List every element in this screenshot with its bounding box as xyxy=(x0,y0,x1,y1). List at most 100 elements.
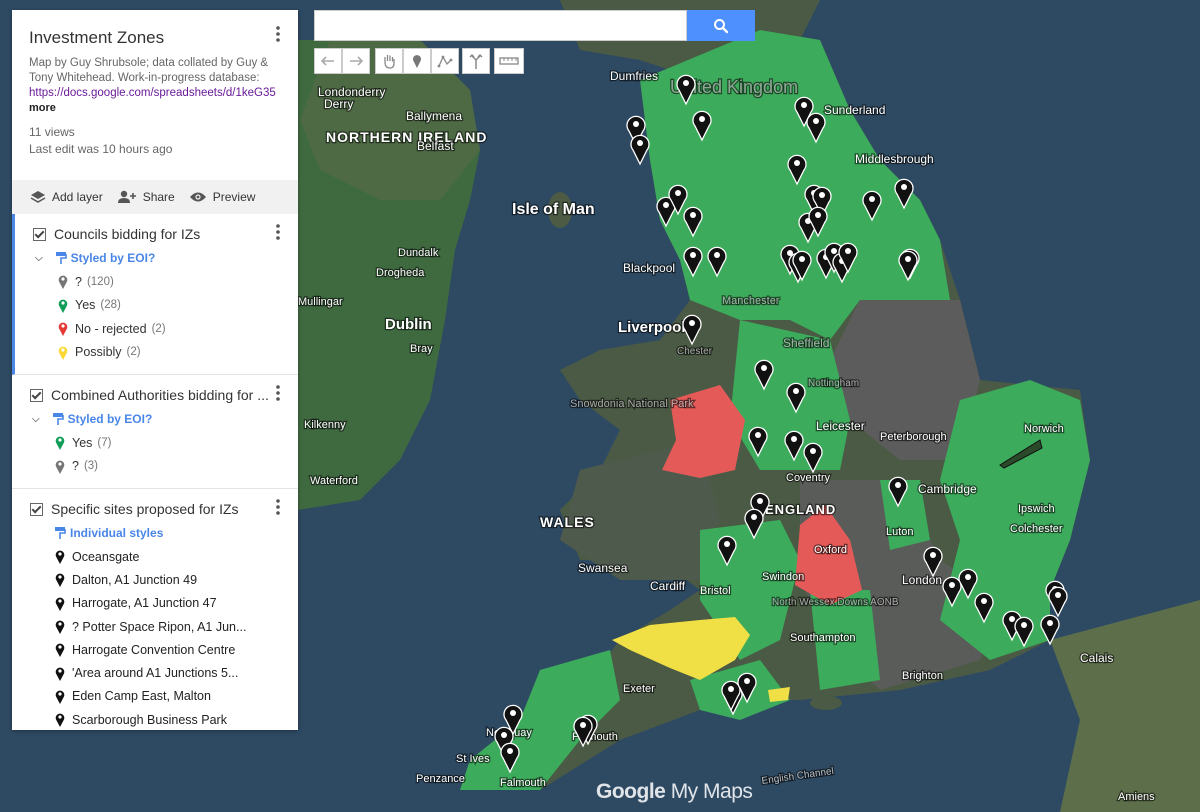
label-swansea: Swansea xyxy=(578,561,628,575)
label-brighton: Brighton xyxy=(902,670,943,682)
more-vert-icon xyxy=(276,224,280,240)
last-edit: Last edit was 10 hours ago xyxy=(29,142,173,156)
layer-header[interactable]: Councils bidding for IZs xyxy=(15,222,298,246)
label-amiens: Amiens xyxy=(1118,791,1155,803)
draw-line-button[interactable] xyxy=(431,48,459,74)
label-isle-of-man: Isle of Man xyxy=(512,201,595,218)
label-dublin: Dublin xyxy=(385,316,432,333)
legend-item[interactable]: No - rejected (2) xyxy=(15,317,298,341)
site-name: 'Area around A1 Junctions 5... xyxy=(72,666,239,681)
label-nottingham: Nottingham xyxy=(808,378,859,389)
layer-name: Specific sites proposed for IZs xyxy=(51,501,239,517)
label-drogheda: Drogheda xyxy=(376,267,425,279)
legend-item[interactable]: Yes (28) xyxy=(15,294,298,318)
layer-style-link[interactable]: ⌵ Styled by EOI? xyxy=(12,407,298,431)
eye-icon xyxy=(189,192,206,202)
layer-name: Combined Authorities bidding for ... xyxy=(51,387,269,403)
more-link[interactable]: more xyxy=(29,102,56,114)
undo-icon xyxy=(321,56,334,66)
label-north-wessex: North Wessex Downs AONB xyxy=(772,597,899,608)
label-blackpool: Blackpool xyxy=(623,261,675,275)
search-button[interactable] xyxy=(687,10,755,41)
add-directions-button[interactable] xyxy=(462,48,490,74)
more-vert-icon xyxy=(276,499,280,515)
label-kilkenny: Kilkenny xyxy=(304,419,346,431)
redo-icon xyxy=(350,56,363,66)
legend-count: (2) xyxy=(151,322,166,335)
marker-red-icon xyxy=(58,322,68,337)
brand-mymaps: My Maps xyxy=(670,780,753,803)
label-colchester: Colchester xyxy=(1010,523,1063,535)
legend-count: (120) xyxy=(86,275,114,288)
layer-name: Councils bidding for IZs xyxy=(54,226,201,242)
label-dundalk: Dundalk xyxy=(398,247,439,259)
layer-style-link[interactable]: Individual styles xyxy=(12,521,298,545)
layer-style-link[interactable]: ⌵ Styled by EOI? xyxy=(15,246,298,270)
search-input[interactable] xyxy=(314,10,687,41)
layer-options-button[interactable] xyxy=(276,224,280,245)
legend-item[interactable]: ? (120) xyxy=(15,270,298,294)
layer-header[interactable]: Combined Authorities bidding for ... xyxy=(12,383,298,407)
site-list-item[interactable]: ? Potter Space Ripon, A1 Jun... xyxy=(12,615,298,638)
label-coventry: Coventry xyxy=(786,472,831,484)
legend-item[interactable]: Possibly (2) xyxy=(15,341,298,365)
site-list-item[interactable]: Oceansgate xyxy=(12,545,298,568)
chevron-down-icon[interactable]: ⌵ xyxy=(32,414,40,425)
site-list: Oceansgate Dalton, A1 Junction 49 Harrogat… xyxy=(12,545,298,730)
site-list-item[interactable]: 'Area around A1 Junctions 5... xyxy=(12,661,298,684)
label-st-ives: St Ives xyxy=(456,753,490,765)
label-penzance: Penzance xyxy=(416,773,465,785)
redo-button[interactable] xyxy=(342,48,370,74)
select-items-button[interactable] xyxy=(375,48,403,74)
add-marker-button[interactable] xyxy=(403,48,431,74)
draw-line-icon xyxy=(437,55,453,68)
site-list-item[interactable]: Harrogate Convention Centre xyxy=(12,638,298,661)
legend-count: (7) xyxy=(97,436,112,449)
legend-item[interactable]: ? (3) xyxy=(12,455,298,479)
panel-toolbar: Add layer Share Preview xyxy=(12,180,298,214)
paint-roller-icon xyxy=(52,413,64,425)
label-leicester: Leicester xyxy=(816,419,865,433)
chevron-down-icon[interactable]: ⌵ xyxy=(35,253,43,264)
map-options-button[interactable] xyxy=(270,26,286,46)
isle-of-wight xyxy=(810,696,842,710)
measure-button[interactable] xyxy=(494,48,524,74)
label-ipswich: Ipswich xyxy=(1018,503,1055,515)
site-name: Harrogate Convention Centre xyxy=(72,642,236,657)
views-count: 11 views xyxy=(29,125,75,139)
layer-checkbox[interactable] xyxy=(30,388,43,402)
marker-black-icon xyxy=(55,550,65,565)
legend-label: Yes xyxy=(75,298,96,313)
legend-count: (2) xyxy=(126,346,141,359)
marker-black-icon xyxy=(55,620,65,635)
layer-header[interactable]: Specific sites proposed for IZs xyxy=(12,497,298,521)
spreadsheet-link[interactable]: https://docs.google.com/spreadsheets/d/1… xyxy=(29,86,282,101)
label-sunderland: Sunderland xyxy=(824,103,885,117)
layer-checkbox[interactable] xyxy=(30,502,43,516)
site-list-item[interactable]: Eden Camp East, Malton xyxy=(12,685,298,708)
marker-green-icon xyxy=(55,436,65,451)
layer-options-button[interactable] xyxy=(276,499,280,520)
label-sheffield: Sheffield xyxy=(783,336,829,350)
description-text: Map by Guy Shrubsole; data collated by G… xyxy=(29,57,269,84)
layer-options-button[interactable] xyxy=(276,385,280,406)
label-snowdonia: Snowdonia National Park xyxy=(570,398,694,410)
site-list-item[interactable]: Dalton, A1 Junction 49 xyxy=(12,568,298,591)
marker-black-icon xyxy=(55,667,65,681)
more-vert-icon xyxy=(276,26,280,42)
site-list-item[interactable]: Harrogate, A1 Junction 47 xyxy=(12,592,298,615)
label-calais: Calais xyxy=(1080,651,1113,665)
legend-label: Yes xyxy=(72,435,93,450)
share-button[interactable]: Share xyxy=(117,190,175,204)
site-list-item[interactable]: Scarborough Business Park xyxy=(12,708,298,730)
label-manchester: Manchester xyxy=(722,295,780,307)
map-title[interactable]: Investment Zones xyxy=(29,28,282,48)
add-layer-button[interactable]: Add layer xyxy=(30,190,103,204)
label-cardiff: Cardiff xyxy=(650,579,686,593)
legend-item[interactable]: Yes (7) xyxy=(12,431,298,455)
brand-google: Google xyxy=(596,780,666,803)
undo-button[interactable] xyxy=(314,48,342,74)
preview-button[interactable]: Preview xyxy=(189,190,255,204)
label-london: London xyxy=(902,573,942,587)
layer-checkbox[interactable] xyxy=(33,227,46,241)
